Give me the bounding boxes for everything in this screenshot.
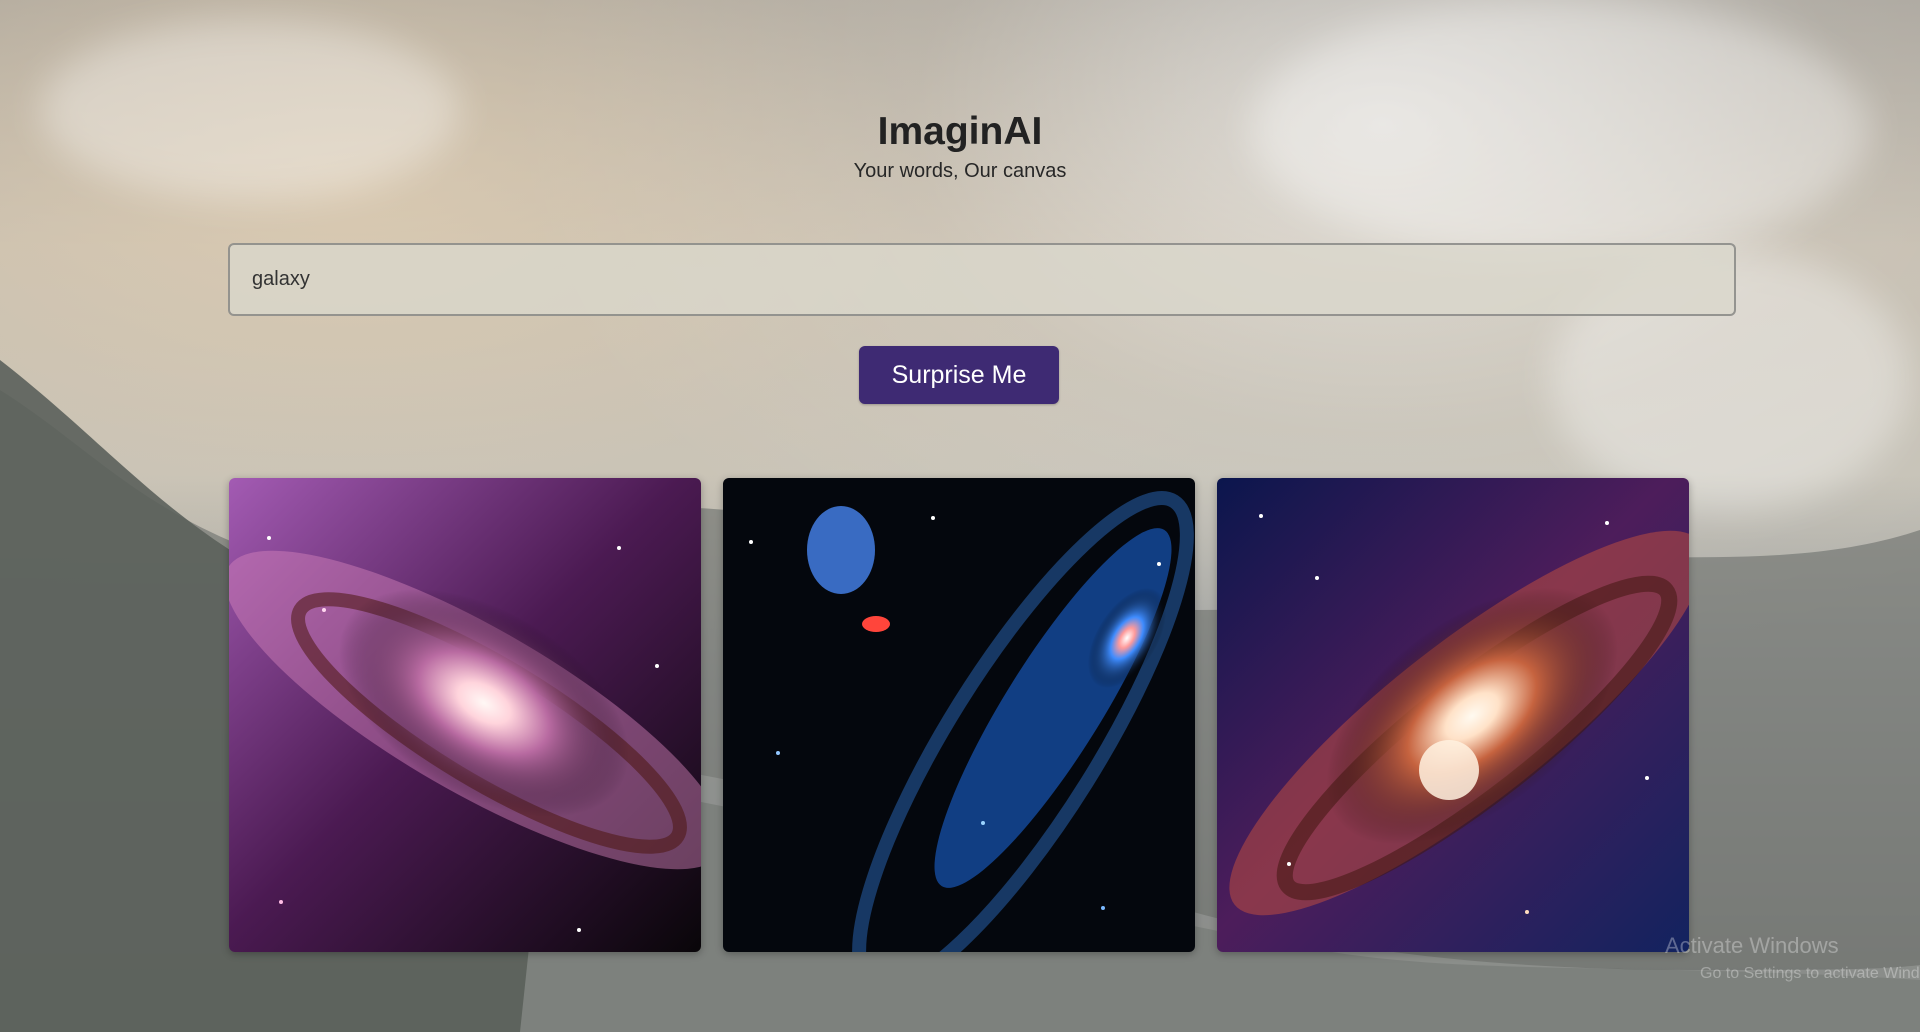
star bbox=[1259, 514, 1263, 518]
orange-galaxy-artwork bbox=[1217, 478, 1689, 952]
blue-galaxy-artwork bbox=[723, 478, 1195, 952]
star bbox=[1287, 862, 1291, 866]
blue-galaxy-image[interactable] bbox=[723, 478, 1195, 952]
star bbox=[1315, 576, 1319, 580]
purple-galaxy-image[interactable] bbox=[229, 478, 701, 952]
watermark-line-1: Activate Windows bbox=[1665, 933, 1839, 958]
star bbox=[1645, 776, 1649, 780]
star bbox=[322, 608, 326, 612]
star bbox=[981, 821, 985, 825]
star bbox=[267, 536, 271, 540]
secondary-bright-core bbox=[1419, 740, 1479, 800]
star bbox=[1101, 906, 1105, 910]
star bbox=[749, 540, 753, 544]
small-red-galaxy bbox=[862, 616, 890, 632]
prompt-input[interactable] bbox=[228, 243, 1736, 316]
star bbox=[577, 928, 581, 932]
surprise-me-button[interactable]: Surprise Me bbox=[859, 346, 1059, 404]
star bbox=[776, 751, 780, 755]
star bbox=[617, 546, 621, 550]
star bbox=[1525, 910, 1529, 914]
app-subtitle: Your words, Our canvas bbox=[853, 160, 1067, 182]
star bbox=[1605, 521, 1609, 525]
purple-galaxy-artwork bbox=[229, 478, 701, 952]
orange-galaxy-image[interactable] bbox=[1217, 478, 1689, 952]
small-blue-galaxy bbox=[807, 506, 875, 594]
app-title: ImaginAI bbox=[877, 110, 1043, 154]
star bbox=[1157, 562, 1161, 566]
generated-images-gallery bbox=[229, 478, 1689, 952]
star bbox=[279, 900, 283, 904]
watermark-line-2: Go to Settings to activate Windows. bbox=[1700, 965, 1920, 982]
main-content: ImaginAI Your words, Our canvas Surprise… bbox=[0, 0, 1920, 1032]
star bbox=[655, 664, 659, 668]
windows-activation-watermark: Activate Windows Go to Settings to activ… bbox=[1665, 932, 1920, 988]
star bbox=[931, 516, 935, 520]
